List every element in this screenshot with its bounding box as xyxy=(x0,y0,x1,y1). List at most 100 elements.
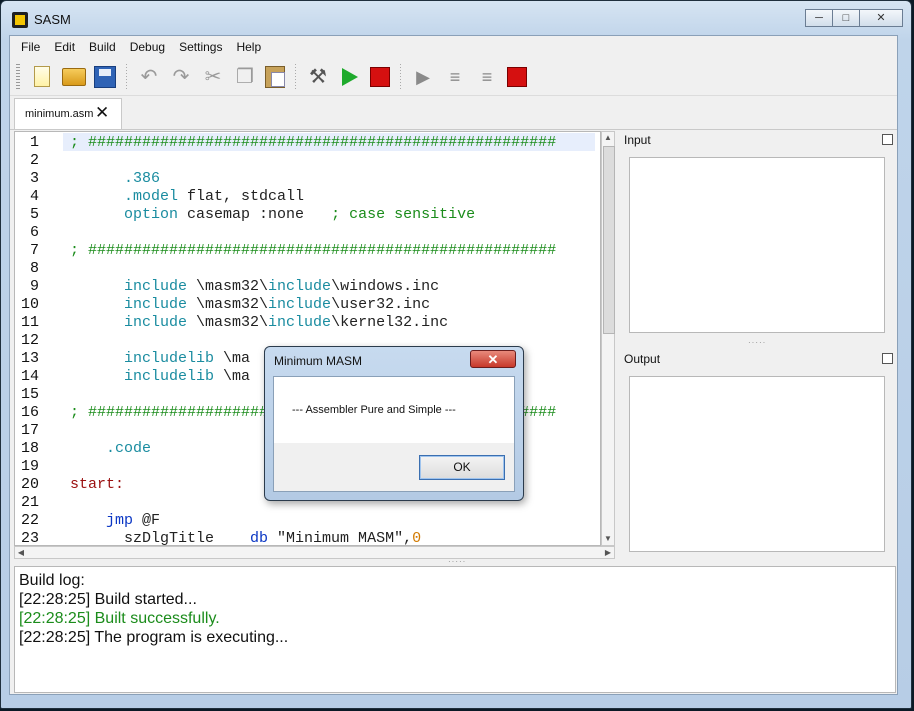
editor-vertical-scrollbar[interactable]: ▲ ▼ xyxy=(601,131,615,546)
code-line[interactable]: start: xyxy=(70,476,124,493)
code-token: casemap :none xyxy=(178,206,332,223)
code-token: ########################################… xyxy=(88,242,557,259)
code-line[interactable]: option casemap :none ; case sensitive xyxy=(70,206,475,223)
scroll-left-icon[interactable]: ◀ xyxy=(15,547,27,558)
code-line[interactable]: ; ######################################… xyxy=(70,242,556,259)
code-token: include xyxy=(268,278,332,295)
undock-icon[interactable] xyxy=(882,134,893,145)
close-icon: ✕ xyxy=(876,12,886,24)
code-token: jmp xyxy=(70,512,134,529)
stop-icon[interactable] xyxy=(370,66,390,87)
code-line[interactable]: .model flat, stdcall xyxy=(70,188,304,205)
panel-splitter[interactable]: ····· xyxy=(748,338,766,347)
code-token: \ma xyxy=(214,350,251,367)
minimize-icon: ─ xyxy=(815,12,823,24)
code-token: .model xyxy=(70,188,179,205)
code-token: include xyxy=(268,314,332,331)
code-token: \masm32\ xyxy=(187,296,269,313)
code-token: 0 xyxy=(412,530,422,546)
menu-build[interactable]: Build xyxy=(82,36,123,58)
code-line[interactable]: include \masm32\include\user32.inc xyxy=(70,296,430,313)
paste-icon[interactable] xyxy=(265,65,285,88)
undo-icon[interactable]: ↶ xyxy=(137,65,161,89)
step-into-icon[interactable]: ≡ xyxy=(475,65,499,89)
line-number: 22 xyxy=(20,512,39,529)
code-token: \user32.inc xyxy=(331,296,431,313)
code-line[interactable]: include \masm32\include\windows.inc xyxy=(70,278,439,295)
code-line[interactable]: ; ######################################… xyxy=(70,134,556,151)
tab-minimum-asm[interactable]: minimum.asm ✕ xyxy=(14,98,122,129)
debug-stop-icon[interactable] xyxy=(507,66,527,87)
code-token: \ma xyxy=(214,368,251,385)
code-token: include xyxy=(268,296,332,313)
copy-icon[interactable]: ❐ xyxy=(233,65,257,89)
output-field[interactable] xyxy=(629,376,885,552)
log-line: [22:28:25] Build started... xyxy=(19,591,197,608)
code-line[interactable]: szDlgTitle db "Minimum MASM",0 xyxy=(70,530,422,546)
code-line[interactable]: includelib \ma xyxy=(70,368,250,385)
menu-settings[interactable]: Settings xyxy=(172,36,229,58)
menu-debug[interactable]: Debug xyxy=(123,36,172,58)
toolbar-grip[interactable] xyxy=(16,63,20,90)
close-tab-icon[interactable]: ✕ xyxy=(95,104,109,122)
code-token: start: xyxy=(70,476,125,493)
code-token: \windows.inc xyxy=(331,278,440,295)
maximize-button[interactable]: □ xyxy=(832,9,860,27)
menu-edit[interactable]: Edit xyxy=(47,36,82,58)
line-number: 7 xyxy=(29,242,39,259)
title-bar[interactable]: SASM ─ □ ✕ xyxy=(1,1,911,35)
cut-icon[interactable]: ✂ xyxy=(201,65,225,89)
menu-file[interactable]: File xyxy=(14,36,47,58)
code-token: ; case sensitive xyxy=(331,206,476,223)
minimize-button[interactable]: ─ xyxy=(805,9,833,27)
scroll-up-icon[interactable]: ▲ xyxy=(602,132,614,144)
menu-help[interactable]: Help xyxy=(229,36,268,58)
new-file-icon[interactable] xyxy=(34,66,50,87)
log-line: Build log: xyxy=(19,572,85,589)
ok-button[interactable]: OK xyxy=(419,455,505,480)
undock-icon[interactable] xyxy=(882,353,893,364)
log-line: [22:28:25] The program is executing... xyxy=(19,629,289,646)
log-splitter[interactable]: ····· xyxy=(448,557,466,566)
scroll-right-icon[interactable]: ▶ xyxy=(602,547,614,558)
open-folder-icon[interactable] xyxy=(62,67,86,86)
code-token: ; xyxy=(70,134,89,151)
input-field[interactable] xyxy=(629,157,885,333)
code-token: ; xyxy=(70,404,89,421)
code-line[interactable]: jmp @F xyxy=(70,512,160,529)
menu-bar: File Edit Build Debug Settings Help xyxy=(10,36,897,58)
output-panel-title: Output xyxy=(624,352,661,366)
line-number: 19 xyxy=(20,458,39,475)
line-number: 12 xyxy=(20,332,39,349)
dialog-close-button[interactable]: ✕ xyxy=(470,350,516,368)
redo-icon[interactable]: ↷ xyxy=(169,65,193,89)
code-token: ########################################… xyxy=(88,134,557,151)
save-icon[interactable] xyxy=(94,65,116,88)
close-window-button[interactable]: ✕ xyxy=(859,9,903,27)
line-number: 20 xyxy=(20,476,39,493)
line-number: 6 xyxy=(29,224,39,241)
code-line[interactable]: .386 xyxy=(70,170,160,187)
line-number: 16 xyxy=(20,404,39,421)
code-token: db xyxy=(250,530,269,546)
message-box: Minimum MASM ✕ --- Assembler Pure and Si… xyxy=(264,346,524,501)
line-number-gutter: 1 2 3 4 5 6 7 8 9 10 11 12 13 14 15 16 17 18 19 20 21 22 23 xyxy=(15,132,61,545)
editor-horizontal-scrollbar[interactable]: ◀ ▶ xyxy=(14,546,615,559)
code-token: \kernel32.inc xyxy=(331,314,449,331)
dialog-message-area: --- Assembler Pure and Simple --- xyxy=(274,377,514,443)
scroll-down-icon[interactable]: ▼ xyxy=(602,533,614,545)
build-log[interactable]: Build log: [22:28:25] Build started... [… xyxy=(14,566,896,693)
code-token: ; xyxy=(70,242,89,259)
code-line[interactable]: includelib \ma xyxy=(70,350,250,367)
dialog-message: --- Assembler Pure and Simple --- xyxy=(292,404,456,416)
code-token: \masm32\ xyxy=(187,314,269,331)
code-line[interactable]: include \masm32\include\kernel32.inc xyxy=(70,314,448,331)
step-over-icon[interactable]: ≡ xyxy=(443,65,467,89)
build-hammer-icon[interactable]: ⚒ xyxy=(306,65,330,89)
scroll-thumb[interactable] xyxy=(603,146,615,334)
code-line[interactable]: .code xyxy=(70,440,151,457)
line-number: 5 xyxy=(29,206,39,223)
line-number: 1 xyxy=(29,134,39,151)
run-icon[interactable] xyxy=(342,67,358,86)
debug-icon[interactable]: ▶ xyxy=(411,65,435,89)
